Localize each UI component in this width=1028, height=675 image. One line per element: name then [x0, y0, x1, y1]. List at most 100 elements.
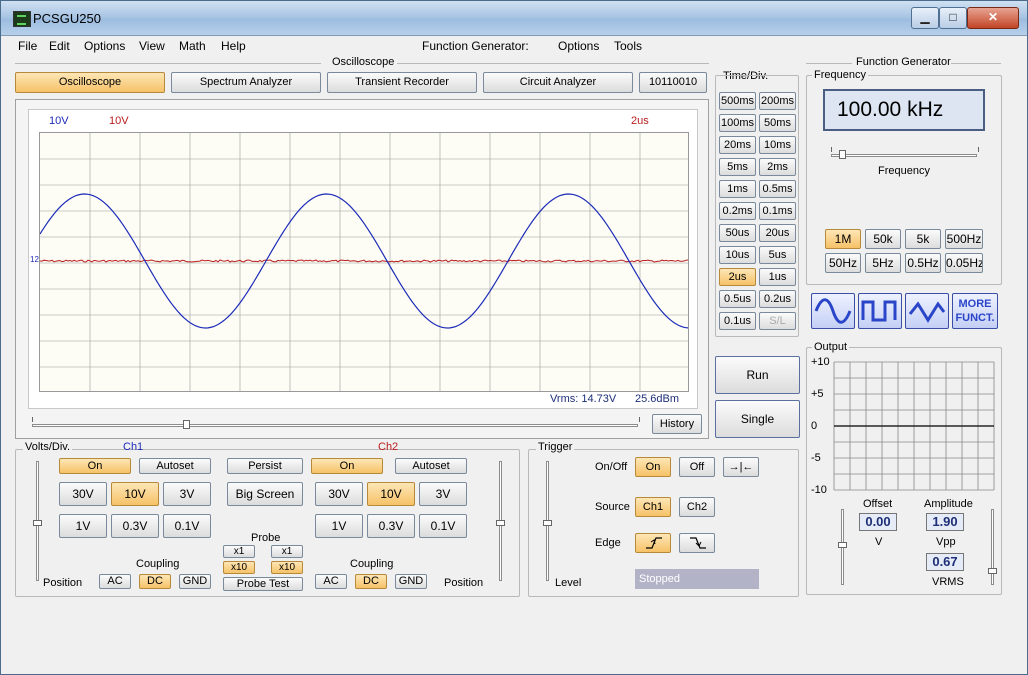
- trigger-edge-falling[interactable]: [679, 533, 715, 553]
- tab-oscilloscope[interactable]: Oscilloscope: [15, 72, 165, 93]
- more-functions-button[interactable]: MORE FUNCT.: [952, 293, 998, 329]
- single-button[interactable]: Single: [715, 400, 800, 438]
- horizontal-position-thumb[interactable]: [183, 420, 190, 429]
- ch2-autoset-button[interactable]: Autoset: [395, 458, 467, 474]
- minimize-button[interactable]: ▁: [911, 7, 939, 29]
- ch1-range-0.1v[interactable]: 0.1V: [163, 514, 211, 538]
- timediv-0.1ms[interactable]: 0.1ms: [759, 202, 796, 220]
- trigger-source-ch2[interactable]: Ch2: [679, 497, 715, 517]
- timediv-5ms[interactable]: 5ms: [719, 158, 756, 176]
- maximize-button[interactable]: □: [939, 7, 967, 29]
- frequency-slider-track[interactable]: [831, 154, 977, 157]
- ch1-coupling-ac[interactable]: AC: [99, 574, 131, 589]
- tab-circuit-analyzer[interactable]: Circuit Analyzer: [483, 72, 633, 93]
- close-button[interactable]: ✕: [967, 7, 1019, 29]
- freq-range-50hz[interactable]: 50Hz: [825, 253, 861, 273]
- trigger-level-thumb[interactable]: [543, 520, 552, 526]
- freq-range-50k[interactable]: 50k: [865, 229, 901, 249]
- ch2-probe-x1[interactable]: x1: [271, 545, 303, 558]
- ch1-position-thumb[interactable]: [33, 520, 42, 526]
- ch2-on-button[interactable]: On: [311, 458, 383, 474]
- menu-math[interactable]: Math: [179, 39, 206, 53]
- menu-file[interactable]: File: [18, 39, 37, 53]
- timediv-100ms[interactable]: 100ms: [719, 114, 756, 132]
- timediv-0.5ms[interactable]: 0.5ms: [759, 180, 796, 198]
- timediv-20ms[interactable]: 20ms: [719, 136, 756, 154]
- big-screen-button[interactable]: Big Screen: [227, 482, 303, 506]
- menu-fg-tools[interactable]: Tools: [614, 39, 642, 53]
- timediv-50ms[interactable]: 50ms: [759, 114, 796, 132]
- timediv-0.2us[interactable]: 0.2us: [759, 290, 796, 308]
- ch1-range-0.3v[interactable]: 0.3V: [111, 514, 159, 538]
- history-button[interactable]: History: [652, 414, 702, 434]
- menu-fg-options[interactable]: Options: [558, 39, 599, 53]
- ch2-coupling-gnd[interactable]: GND: [395, 574, 427, 589]
- ch1-probe-x10[interactable]: x10: [223, 561, 255, 574]
- ch1-range-1v[interactable]: 1V: [59, 514, 107, 538]
- tab-transient-recorder[interactable]: Transient Recorder: [327, 72, 477, 93]
- scope-screen[interactable]: 10V 10V 2us 12 Vrms: 14.73V 25.6dBm: [28, 109, 698, 409]
- freq-range-500hz[interactable]: 500Hz: [945, 229, 983, 249]
- ch2-range-30v[interactable]: 30V: [315, 482, 363, 506]
- timediv-0.1us[interactable]: 0.1us: [719, 312, 756, 330]
- freq-range-0.05hz[interactable]: 0.05Hz: [945, 253, 983, 273]
- timediv-s-l[interactable]: S/L: [759, 312, 796, 330]
- ch1-coupling-gnd[interactable]: GND: [179, 574, 211, 589]
- ch2-range-1v[interactable]: 1V: [315, 514, 363, 538]
- ch2-range-3v[interactable]: 3V: [419, 482, 467, 506]
- freq-range-5k[interactable]: 5k: [905, 229, 941, 249]
- amplitude-unit: Vpp: [936, 536, 956, 548]
- square-wave-button[interactable]: [858, 293, 902, 329]
- menu-help[interactable]: Help: [221, 39, 246, 53]
- menu-options[interactable]: Options: [84, 39, 125, 53]
- timediv-5us[interactable]: 5us: [759, 246, 796, 264]
- horizontal-position-track[interactable]: [32, 424, 638, 427]
- ch2-coupling-ac[interactable]: AC: [315, 574, 347, 589]
- ch2-range-0.1v[interactable]: 0.1V: [419, 514, 467, 538]
- timediv-10ms[interactable]: 10ms: [759, 136, 796, 154]
- trigger-center-button[interactable]: →|←: [723, 457, 759, 477]
- timediv-1ms[interactable]: 1ms: [719, 180, 756, 198]
- timediv-500ms[interactable]: 500ms: [719, 92, 756, 110]
- ch2-range-10v[interactable]: 10V: [367, 482, 415, 506]
- ch1-range-3v[interactable]: 3V: [163, 482, 211, 506]
- timediv-20us[interactable]: 20us: [759, 224, 796, 242]
- sine-wave-button[interactable]: [811, 293, 855, 329]
- offset-slider-thumb[interactable]: [838, 542, 847, 548]
- trigger-off-button[interactable]: Off: [679, 457, 715, 477]
- ch2-position-thumb[interactable]: [496, 520, 505, 526]
- tab-spectrum-analyzer[interactable]: Spectrum Analyzer: [171, 72, 321, 93]
- timediv-1us[interactable]: 1us: [759, 268, 796, 286]
- ch1-on-button[interactable]: On: [59, 458, 131, 474]
- menu-edit[interactable]: Edit: [49, 39, 70, 53]
- trigger-on-button[interactable]: On: [635, 457, 671, 477]
- timediv-10us[interactable]: 10us: [719, 246, 756, 264]
- ch1-probe-x1[interactable]: x1: [223, 545, 255, 558]
- timediv-200ms[interactable]: 200ms: [759, 92, 796, 110]
- timediv-0.2ms[interactable]: 0.2ms: [719, 202, 756, 220]
- amplitude-slider-thumb[interactable]: [988, 568, 997, 574]
- trigger-edge-rising[interactable]: [635, 533, 671, 553]
- timediv-0.5us[interactable]: 0.5us: [719, 290, 756, 308]
- persist-button[interactable]: Persist: [227, 458, 303, 474]
- trigger-source-ch1[interactable]: Ch1: [635, 497, 671, 517]
- ch2-probe-x10[interactable]: x10: [271, 561, 303, 574]
- ch1-range-10v[interactable]: 10V: [111, 482, 159, 506]
- tab-logic-analyzer[interactable]: 10110010: [639, 72, 707, 93]
- ch2-coupling-dc[interactable]: DC: [355, 574, 387, 589]
- menu-view[interactable]: View: [139, 39, 165, 53]
- ch1-coupling-dc[interactable]: DC: [139, 574, 171, 589]
- timediv-2ms[interactable]: 2ms: [759, 158, 796, 176]
- triangle-wave-button[interactable]: [905, 293, 949, 329]
- freq-range-1m[interactable]: 1M: [825, 229, 861, 249]
- ch2-range-0.3v[interactable]: 0.3V: [367, 514, 415, 538]
- freq-range-0.5hz[interactable]: 0.5Hz: [905, 253, 941, 273]
- frequency-slider-thumb[interactable]: [839, 150, 846, 159]
- timediv-50us[interactable]: 50us: [719, 224, 756, 242]
- run-button[interactable]: Run: [715, 356, 800, 394]
- freq-range-5hz[interactable]: 5Hz: [865, 253, 901, 273]
- ch1-range-30v[interactable]: 30V: [59, 482, 107, 506]
- ch1-autoset-button[interactable]: Autoset: [139, 458, 211, 474]
- timediv-2us[interactable]: 2us: [719, 268, 756, 286]
- probe-test-button[interactable]: Probe Test: [223, 577, 303, 591]
